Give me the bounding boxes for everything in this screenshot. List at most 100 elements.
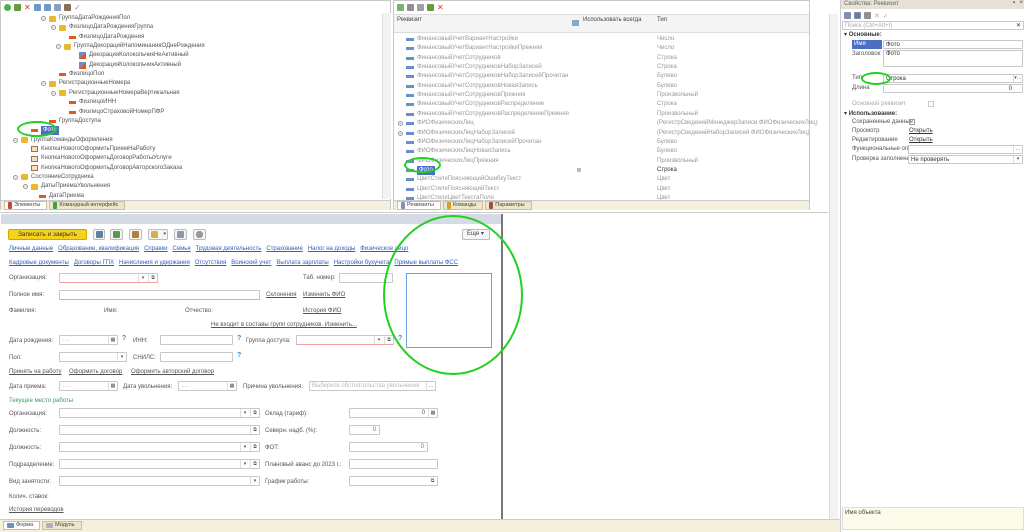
open-icon[interactable]: ⧉ <box>250 426 259 434</box>
attributes-scrollbar[interactable] <box>829 14 838 522</box>
move-down-icon[interactable] <box>44 4 51 11</box>
attribute-row[interactable]: ФинансовыйУчетСотрудниковНаборЗаписей Стр… <box>398 63 808 72</box>
tree-item[interactable]: КнопкаНовогоОформитьДоговорРаботыУслуги <box>23 154 172 163</box>
attribute-row[interactable]: ФИОФизическихЛицНаборЗаписейПрочитан Буле… <box>398 138 808 147</box>
add-icon[interactable] <box>4 4 11 11</box>
section-link[interactable]: Трудовая деятельность <box>196 246 262 252</box>
calculator-icon[interactable]: ▦ <box>428 409 437 417</box>
help-icon[interactable]: ? <box>122 335 126 342</box>
chevron-down-icon[interactable]: ▾ <box>374 336 383 344</box>
sort-icon[interactable] <box>844 12 851 19</box>
attribute-row[interactable]: ФинансовыйУчетСотрудниковНаборЗаписейПро… <box>398 72 808 81</box>
attribute-row[interactable]: Фото Строка <box>398 165 808 175</box>
section-link[interactable]: Образование, квалификация <box>58 246 139 252</box>
dismiss-date-field[interactable]: . . ▦ <box>178 381 237 391</box>
section-link[interactable]: Отсутствия <box>195 260 227 266</box>
full-name-field[interactable] <box>59 290 260 300</box>
calendar-icon[interactable]: ▦ <box>108 382 117 390</box>
birth-date-field[interactable]: . . ▦ <box>59 335 118 345</box>
section-link[interactable]: Договоры ГПХ <box>74 260 114 266</box>
saved-data-checkbox[interactable] <box>909 119 915 125</box>
save-and-close-button[interactable]: Записать и закрыть <box>8 229 87 240</box>
pin-icon[interactable]: ▪ <box>1013 0 1015 6</box>
delete-icon[interactable]: ✕ <box>24 4 31 12</box>
attribute-row[interactable]: ЦветСтиляПоясняющийТекст Цвет <box>398 185 808 194</box>
fio-history-link[interactable]: История ФИО <box>303 308 341 314</box>
column-header-type[interactable]: Тип <box>657 17 667 23</box>
open-icon[interactable]: ⧉ <box>428 477 437 485</box>
filter-icon[interactable] <box>64 4 71 11</box>
move-up-icon[interactable] <box>34 4 41 11</box>
tab-module[interactable]: Модуль <box>42 521 82 530</box>
section-link[interactable]: Страхование <box>266 246 302 252</box>
author-contract-link[interactable]: Оформить авторский договор <box>131 369 214 375</box>
tree-item[interactable]: − ДатыПриемаУвольнения <box>23 182 110 191</box>
organization2-field[interactable]: ⧉ ▾ <box>59 408 260 418</box>
column-header-use-always[interactable]: Использовать всегда <box>583 17 643 24</box>
tree-scrollbar[interactable] <box>382 13 391 199</box>
tree-item[interactable]: ФизлицоИНН <box>61 98 116 107</box>
position-field[interactable]: ⧉ <box>59 425 260 435</box>
advance-field[interactable] <box>349 459 438 469</box>
employee-groups-link[interactable]: Не входит в составы групп сотрудников. И… <box>211 322 357 328</box>
section-link[interactable]: Налог на доходы <box>308 246 355 252</box>
hire-date-field[interactable]: . . ▦ <box>59 381 118 391</box>
add-attribute-icon[interactable] <box>397 4 404 11</box>
main-attribute-checkbox[interactable] <box>928 101 934 107</box>
close-icon[interactable]: × <box>1019 0 1023 6</box>
attribute-row[interactable]: ФинансовыйУчетСотрудниковПрежняя Произвол… <box>398 91 808 100</box>
apply-icon[interactable]: ✓ <box>883 12 889 20</box>
collapse-icon[interactable]: − <box>51 25 56 31</box>
open-icon[interactable]: ⧉ <box>384 336 393 344</box>
collapse-icon[interactable]: − <box>13 174 18 180</box>
save-button[interactable] <box>93 229 105 240</box>
section-main[interactable]: ▾ Основные: <box>844 31 882 38</box>
length-field[interactable]: 0 <box>883 84 1023 93</box>
tree-item[interactable]: ДекорацияКолокольчикНеАктивный <box>71 51 189 60</box>
tree-item[interactable]: ФизлицоСтраховойНомерПФР <box>61 108 164 117</box>
categories-icon[interactable] <box>854 12 861 19</box>
contract-link[interactable]: Оформить договор <box>69 369 122 375</box>
tree-item[interactable]: КнопкаНовогоОформитьДоговорАвторскогоЗак… <box>23 164 182 173</box>
select-button[interactable]: … <box>1013 146 1022 153</box>
collapse-icon[interactable]: − <box>13 137 18 143</box>
section-use[interactable]: ▾ Использование: <box>844 110 897 117</box>
section-link[interactable]: Личные данные <box>9 246 53 252</box>
open-icon[interactable]: ⧉ <box>148 274 157 282</box>
hire-link[interactable]: Принять на работу <box>9 369 62 375</box>
tab-commands[interactable]: Команды <box>442 201 484 210</box>
calendar-icon[interactable]: ▦ <box>227 382 236 390</box>
chevron-down-icon[interactable]: ▾ <box>240 460 249 468</box>
collapse-icon[interactable]: − <box>41 16 46 21</box>
section-link[interactable]: Кадровые документы <box>9 260 69 266</box>
functional-options-field[interactable]: … <box>908 145 1023 154</box>
type-field[interactable]: Строка ▾… <box>883 74 1023 83</box>
attribute-row[interactable]: ФинансовыйУчетВариантНастройкиПрежняя Чис… <box>398 44 808 53</box>
column-header-attribute[interactable]: Реквизит <box>397 17 422 23</box>
delete-icon[interactable]: ✕ <box>437 4 444 12</box>
tree-item[interactable]: − РегистрационныеНомера <box>41 79 130 88</box>
fot-field[interactable]: 0 <box>349 442 428 452</box>
north-allowance-field[interactable]: 0 <box>349 425 380 435</box>
related-button[interactable] <box>129 229 142 240</box>
section-link[interactable]: Настройки бухучета <box>334 260 390 266</box>
clear-search-icon[interactable]: ✕ <box>1016 22 1021 29</box>
access-group-field[interactable]: ⧉ ▾ <box>296 335 394 345</box>
section-link[interactable]: Справки <box>144 246 167 252</box>
attribute-row[interactable]: ФинансовыйУчетСотрудниковРаспределение Ст… <box>398 100 808 109</box>
collapse-icon[interactable]: − <box>56 44 61 50</box>
dismiss-reason-field[interactable]: Выберите обстоятельства увольнения… <box>309 381 436 391</box>
open-icon[interactable]: ⧉ <box>250 460 259 468</box>
chevron-down-icon[interactable]: ▾ <box>240 409 249 417</box>
attribute-row[interactable]: ФИОФизическихЛицНоваяЗапись Булево <box>398 147 808 156</box>
name-field[interactable]: Фото <box>883 40 1023 49</box>
view-open-link[interactable]: Открыть <box>909 128 933 134</box>
open-icon[interactable]: ⧉ <box>250 409 259 417</box>
section-link[interactable]: Начисления и удержания <box>119 260 190 266</box>
add-column-icon[interactable] <box>417 4 424 11</box>
report-button[interactable] <box>174 229 187 240</box>
chevron-down-icon[interactable]: ▾ <box>1013 156 1022 163</box>
tab-form[interactable]: Форма <box>3 521 41 530</box>
expand-icon[interactable]: + <box>398 130 403 136</box>
tree-item[interactable]: − ГруппаДекорацийНапоминанияОДнеРождения <box>56 42 205 51</box>
